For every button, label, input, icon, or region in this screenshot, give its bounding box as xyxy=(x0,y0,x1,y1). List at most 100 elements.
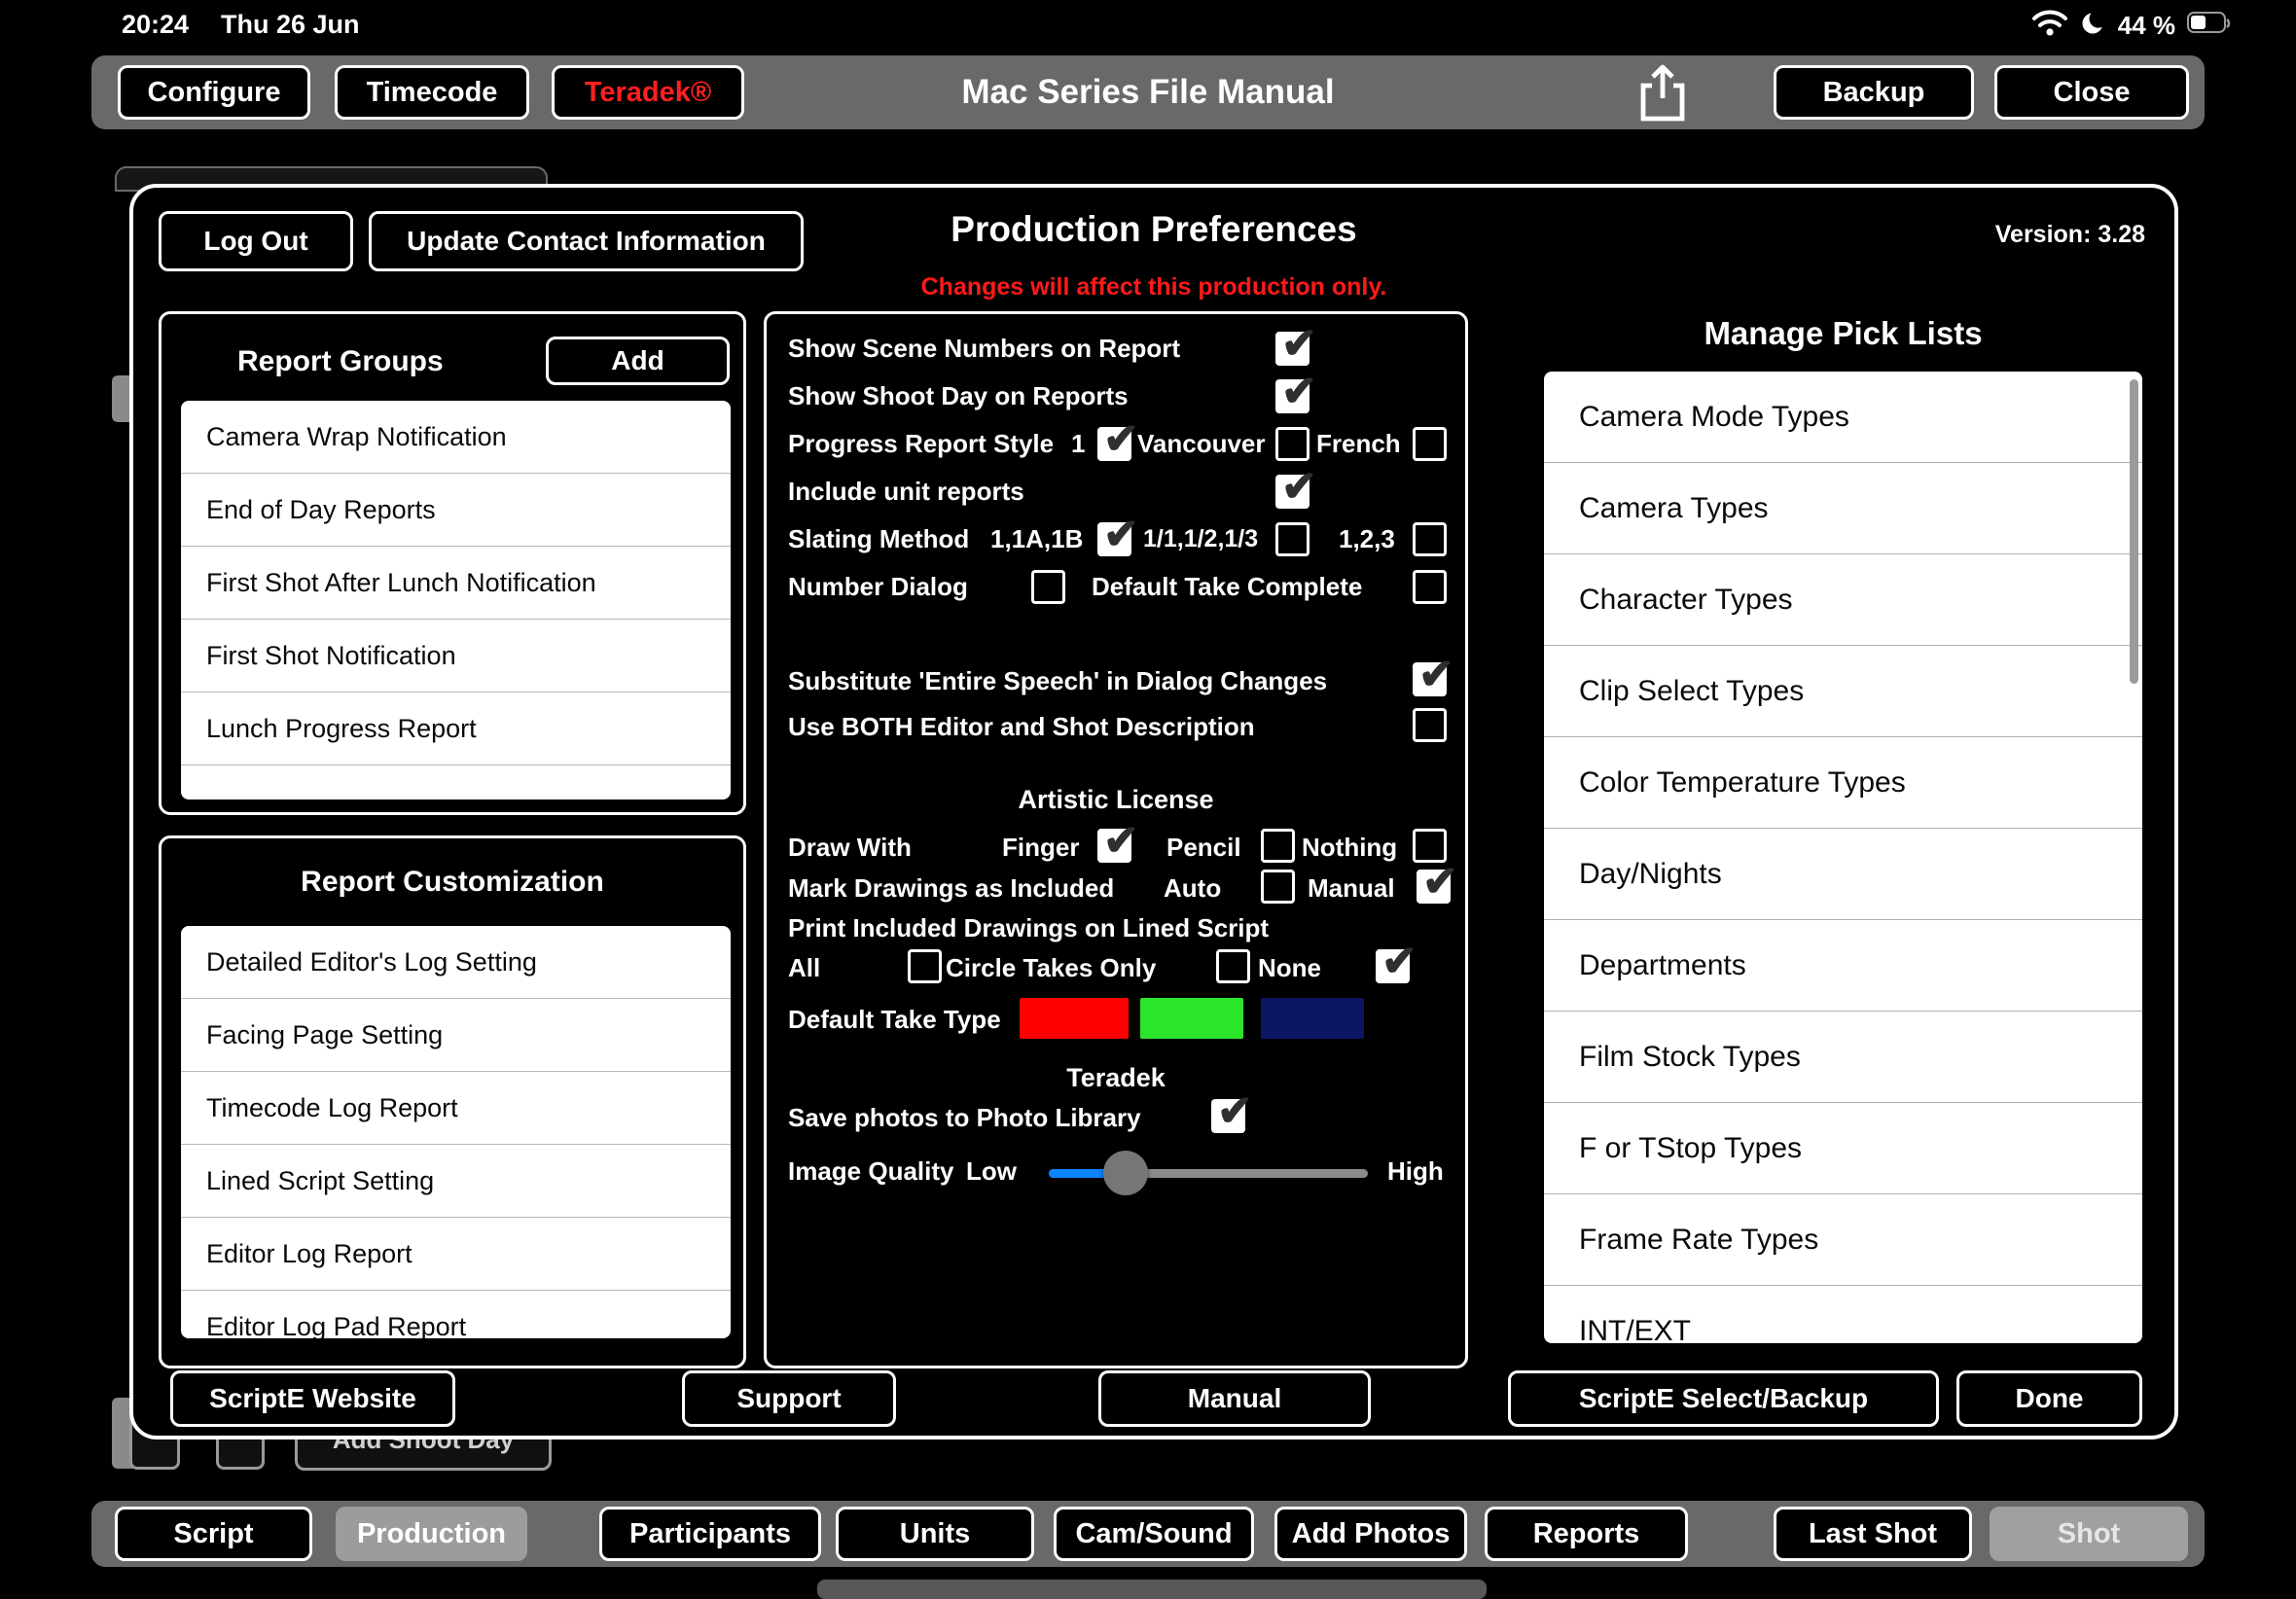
list-item[interactable]: Camera Mode Types xyxy=(1544,372,2142,463)
status-time: 20:24 xyxy=(122,10,189,40)
report-groups-title: Report Groups xyxy=(237,345,444,378)
draw-finger-checkbox[interactable] xyxy=(1097,829,1131,863)
slating-3-label: 1,2,3 xyxy=(1339,524,1395,554)
list-item[interactable]: Camera Wrap Notification xyxy=(181,401,731,474)
done-button[interactable]: Done xyxy=(1956,1370,2142,1427)
print-all-checkbox[interactable] xyxy=(908,949,942,983)
image-quality-label: Image Quality xyxy=(788,1156,954,1187)
image-quality-low-label: Low xyxy=(966,1156,1017,1187)
default-take-type-label: Default Take Type xyxy=(788,1005,1001,1035)
share-icon[interactable] xyxy=(1634,63,1691,128)
show-scene-numbers-label: Show Scene Numbers on Report xyxy=(788,334,1180,364)
tab-units[interactable]: Units xyxy=(836,1507,1034,1561)
take-type-green-swatch[interactable] xyxy=(1140,998,1243,1039)
list-item[interactable]: Frame Rate Types xyxy=(1544,1194,2142,1286)
slating-method-label: Slating Method xyxy=(788,524,969,554)
list-item[interactable]: Day/Nights xyxy=(1544,829,2142,920)
support-button[interactable]: Support xyxy=(682,1370,896,1427)
progress-report-style-label: Progress Report Style xyxy=(788,429,1054,459)
add-report-group-button[interactable]: Add xyxy=(546,337,730,385)
default-take-complete-checkbox[interactable] xyxy=(1413,570,1447,604)
report-groups-list: Camera Wrap NotificationEnd of Day Repor… xyxy=(181,401,731,800)
list-item[interactable]: Color Temperature Types xyxy=(1544,737,2142,829)
preferences-panel: Show Scene Numbers on Report Show Shoot … xyxy=(764,311,1468,1368)
tab-add-photos[interactable]: Add Photos xyxy=(1274,1507,1467,1561)
scripte-select-backup-button[interactable]: ScriptE Select/Backup xyxy=(1508,1370,1939,1427)
artistic-license-heading: Artistic License xyxy=(767,785,1465,815)
backup-button[interactable]: Backup xyxy=(1774,65,1974,120)
save-photos-checkbox[interactable] xyxy=(1211,1099,1245,1133)
draw-finger-label: Finger xyxy=(1002,833,1079,863)
progress-style-vancouver-checkbox[interactable] xyxy=(1275,427,1309,461)
tab-script[interactable]: Script xyxy=(115,1507,312,1561)
list-item[interactable]: First Shot Notification xyxy=(181,620,731,693)
list-item[interactable]: Departments xyxy=(1544,920,2142,1012)
manual-button[interactable]: Manual xyxy=(1098,1370,1371,1427)
mark-auto-checkbox[interactable] xyxy=(1261,870,1295,904)
list-item[interactable]: Film Stock Types xyxy=(1544,1012,2142,1103)
scripte-website-button[interactable]: ScriptE Website xyxy=(170,1370,455,1427)
list-item[interactable]: Editor Log Report xyxy=(181,1218,731,1291)
image-quality-high-label: High xyxy=(1387,1156,1444,1187)
substitute-entire-speech-label: Substitute 'Entire Speech' in Dialog Cha… xyxy=(788,666,1327,696)
take-type-red-swatch[interactable] xyxy=(1020,998,1129,1039)
image-quality-slider[interactable] xyxy=(1049,1169,1368,1178)
status-date: Thu 26 Jun xyxy=(221,10,360,40)
production-preferences-dialog: Log Out Update Contact Information Produ… xyxy=(129,184,2178,1439)
progress-style-vancouver-label: Vancouver xyxy=(1137,429,1266,459)
report-customization-panel: Report Customization Detailed Editor's L… xyxy=(159,835,746,1368)
list-item[interactable]: Editor Log Pad Report xyxy=(181,1291,731,1338)
draw-nothing-label: Nothing xyxy=(1302,833,1397,863)
report-customization-title: Report Customization xyxy=(161,866,743,899)
number-dialog-checkbox[interactable] xyxy=(1031,570,1065,604)
list-item[interactable]: Lined Script Setting xyxy=(181,1145,731,1218)
pick-lists-scrollbar[interactable] xyxy=(2130,379,2138,684)
take-type-navy-swatch[interactable] xyxy=(1261,998,1364,1039)
slating-3-checkbox[interactable] xyxy=(1413,522,1447,556)
use-both-editor-shot-checkbox[interactable] xyxy=(1413,708,1447,742)
slating-2-checkbox[interactable] xyxy=(1275,522,1309,556)
slating-1-checkbox[interactable] xyxy=(1097,522,1131,556)
show-scene-numbers-checkbox[interactable] xyxy=(1275,332,1309,366)
list-item[interactable]: Clip Select Types xyxy=(1544,646,2142,737)
progress-style-1-label: 1 xyxy=(1071,429,1085,459)
version-label: Version: 3.28 xyxy=(1995,221,2145,249)
list-item[interactable]: INT/EXT xyxy=(1544,1286,2142,1343)
list-item[interactable]: First Shot After Lunch Notification xyxy=(181,547,731,620)
list-item[interactable]: F or TStop Types xyxy=(1544,1103,2142,1194)
tab-cam-sound[interactable]: Cam/Sound xyxy=(1054,1507,1254,1561)
default-take-complete-label: Default Take Complete xyxy=(1092,572,1362,602)
save-photos-label: Save photos to Photo Library xyxy=(788,1103,1141,1133)
mark-auto-label: Auto xyxy=(1164,873,1221,904)
draw-pencil-checkbox[interactable] xyxy=(1261,829,1295,863)
include-unit-reports-checkbox[interactable] xyxy=(1275,475,1309,509)
list-item[interactable]: Camera Types xyxy=(1544,463,2142,554)
progress-style-french-checkbox[interactable] xyxy=(1413,427,1447,461)
show-shoot-day-checkbox[interactable] xyxy=(1275,379,1309,413)
list-item[interactable]: Timecode Log Report xyxy=(181,1072,731,1145)
progress-style-1-checkbox[interactable] xyxy=(1097,427,1131,461)
mark-manual-checkbox[interactable] xyxy=(1417,870,1451,904)
tab-participants[interactable]: Participants xyxy=(599,1507,821,1561)
slating-1-label: 1,1A,1B xyxy=(990,524,1083,554)
slating-2-label: 1/1,1/2,1/3 xyxy=(1143,525,1258,553)
list-item[interactable]: End of Day Reports xyxy=(181,474,731,547)
substitute-entire-speech-checkbox[interactable] xyxy=(1413,662,1447,696)
wifi-icon xyxy=(2032,10,2067,42)
mark-manual-label: Manual xyxy=(1308,873,1395,904)
list-item[interactable]: Detailed Editor's Log Setting xyxy=(181,926,731,999)
list-item[interactable]: Facing Page Setting xyxy=(181,999,731,1072)
image-quality-thumb[interactable] xyxy=(1103,1151,1148,1195)
list-item[interactable]: Character Types xyxy=(1544,554,2142,646)
status-bar: 20:24 Thu 26 Jun 44 % xyxy=(0,0,2296,49)
tab-shot[interactable]: Shot xyxy=(1990,1507,2188,1561)
close-button[interactable]: Close xyxy=(1994,65,2189,120)
list-item[interactable]: Lunch Progress Report xyxy=(181,693,731,765)
top-toolbar: Configure Timecode Teradek® Mac Series F… xyxy=(91,55,2205,129)
print-none-checkbox[interactable] xyxy=(1376,949,1410,983)
tab-last-shot[interactable]: Last Shot xyxy=(1774,1507,1972,1561)
tab-production[interactable]: Production xyxy=(336,1507,527,1561)
report-customization-list: Detailed Editor's Log SettingFacing Page… xyxy=(181,926,731,1338)
tab-reports[interactable]: Reports xyxy=(1485,1507,1688,1561)
print-circle-takes-checkbox[interactable] xyxy=(1216,949,1250,983)
